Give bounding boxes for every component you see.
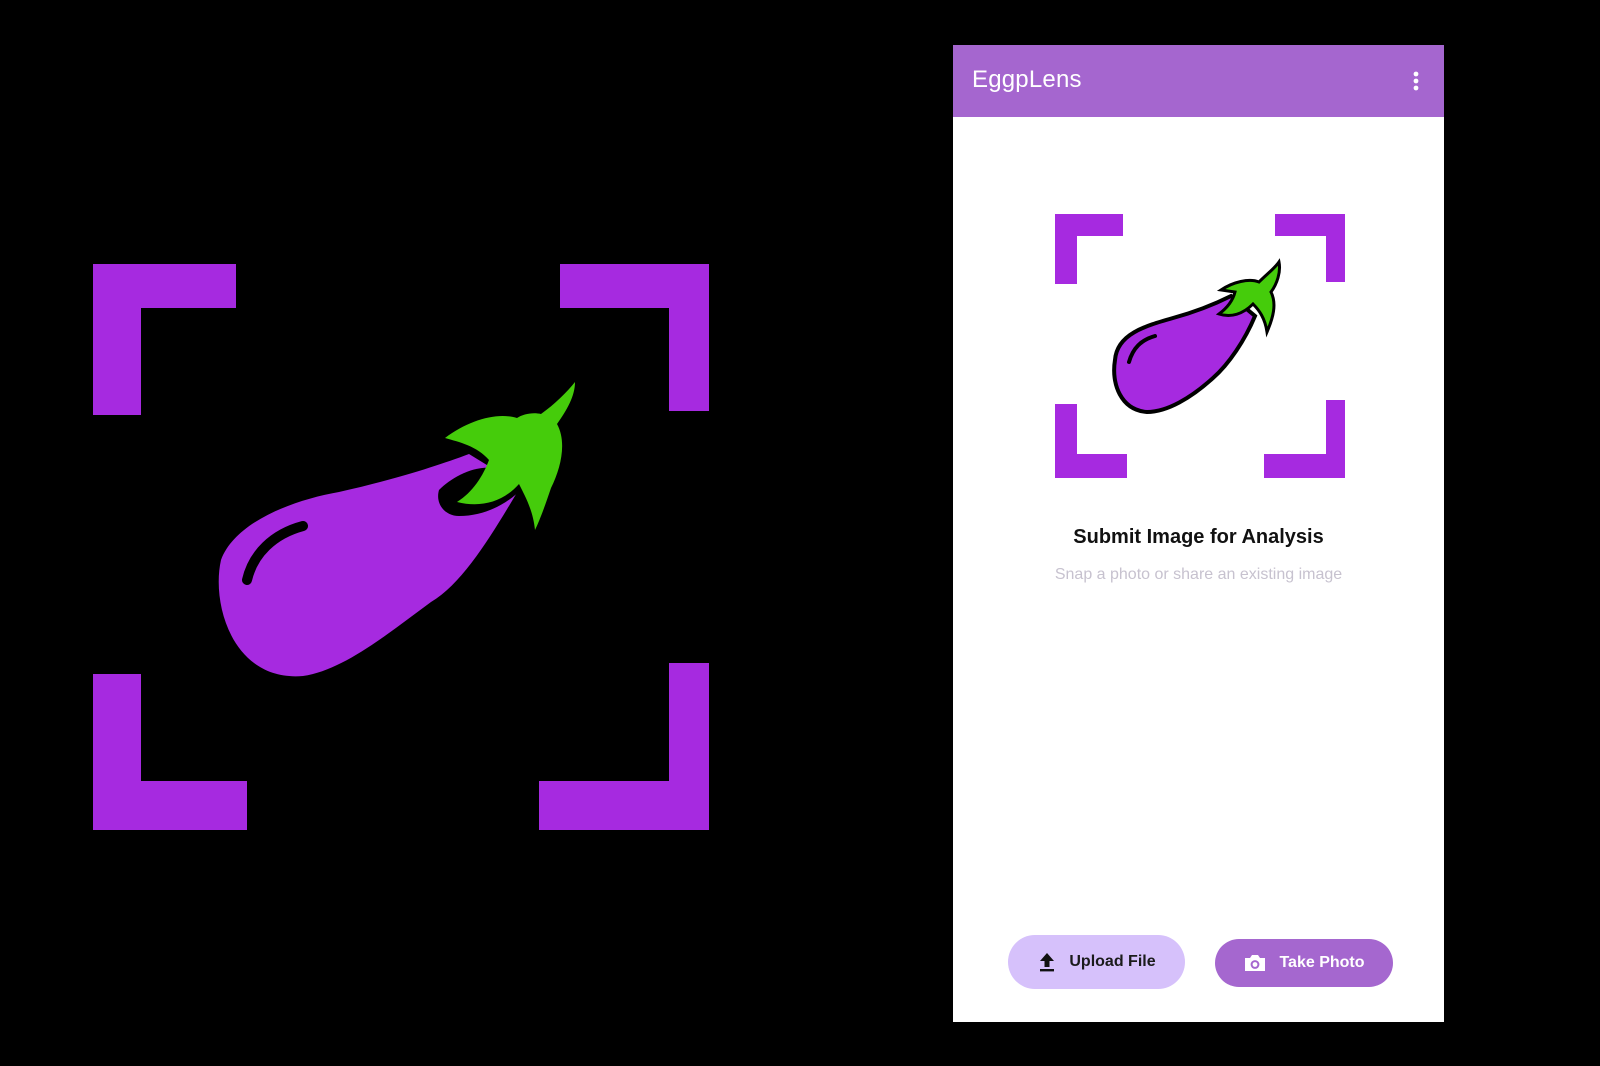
scan-logo (1055, 214, 1345, 478)
page-subtitle: Snap a photo or share an existing image (1054, 566, 1343, 583)
take-photo-label: Take Photo (1279, 954, 1365, 971)
upload-icon (1040, 953, 1055, 972)
more-options-button[interactable] (1398, 63, 1434, 99)
take-photo-button[interactable]: Take Photo (1215, 939, 1393, 987)
app-title: EggpLens (972, 66, 1082, 93)
page-title: Submit Image for Analysis (1073, 526, 1324, 548)
upload-file-button[interactable]: Upload File (1008, 935, 1185, 989)
camera-icon (1245, 955, 1266, 971)
eggplant-scan-icon (93, 264, 709, 830)
app-bar: EggpLens (953, 45, 1444, 117)
eggplant-scan-icon (1055, 214, 1345, 478)
screenshot-stage: EggpLens Submit Image for Analysis Snap … (0, 0, 1600, 1066)
more-vert-icon (1413, 71, 1419, 91)
upload-file-label: Upload File (1069, 953, 1156, 970)
phone-screen: EggpLens Submit Image for Analysis Snap … (953, 45, 1444, 1022)
